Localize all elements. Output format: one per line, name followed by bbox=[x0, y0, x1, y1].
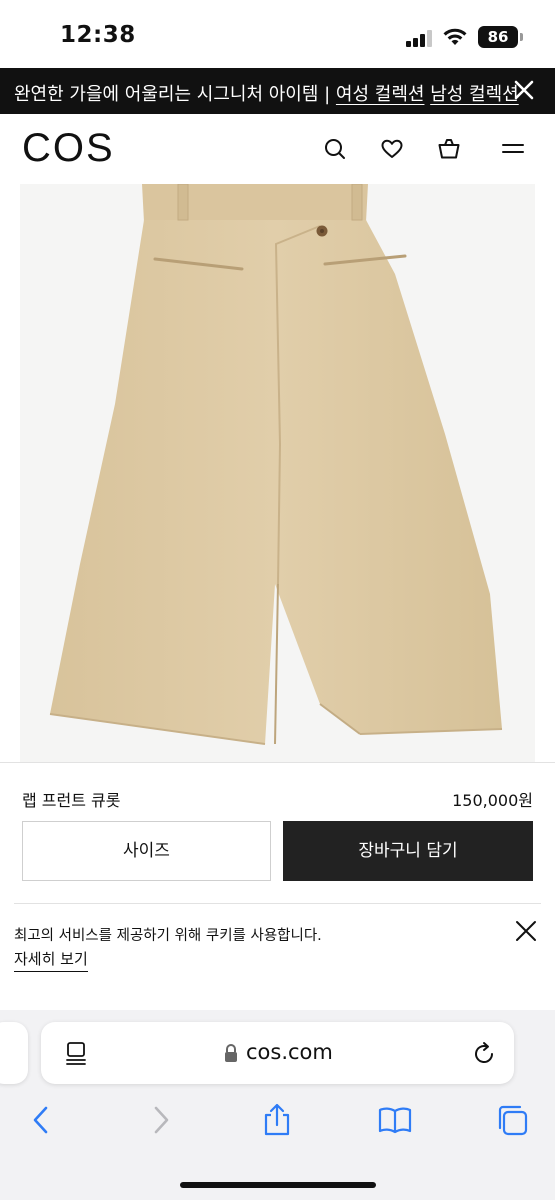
size-button[interactable]: 사이즈 bbox=[22, 821, 271, 881]
promo-text-line: 완연한 가을에 어울리는 시그니처 아이템 | 여성 컬렉션 남성 컬렉션 bbox=[14, 80, 519, 106]
back-icon[interactable] bbox=[24, 1103, 58, 1137]
forward-icon[interactable] bbox=[144, 1103, 178, 1137]
share-icon[interactable] bbox=[260, 1103, 294, 1137]
close-icon bbox=[514, 80, 534, 100]
previous-tab-peek[interactable] bbox=[0, 1022, 28, 1084]
wifi-icon bbox=[443, 28, 467, 45]
tabs-icon[interactable] bbox=[495, 1103, 529, 1137]
menu-icon[interactable] bbox=[500, 136, 526, 162]
culottes-illustration bbox=[49, 184, 503, 745]
promo-banner: 완연한 가을에 어울리는 시그니처 아이템 | 여성 컬렉션 남성 컬렉션 bbox=[0, 68, 555, 114]
url-text: cos.com bbox=[246, 1040, 333, 1064]
divider bbox=[0, 762, 555, 763]
home-indicator bbox=[180, 1182, 376, 1188]
shopping-bag-icon[interactable] bbox=[436, 136, 462, 162]
product-image[interactable] bbox=[20, 184, 535, 762]
reload-icon[interactable] bbox=[470, 1040, 498, 1068]
add-to-cart-button[interactable]: 장바구니 담기 bbox=[283, 821, 533, 881]
battery-tip bbox=[520, 33, 523, 41]
divider bbox=[14, 903, 541, 904]
status-bar: 12:38 86 bbox=[0, 0, 555, 68]
battery-icon: 86 bbox=[478, 26, 518, 48]
product-price: 150,000원 bbox=[452, 791, 533, 810]
bookmarks-icon[interactable] bbox=[378, 1103, 412, 1137]
heart-icon[interactable] bbox=[379, 136, 405, 162]
reader-mode-icon[interactable] bbox=[63, 1040, 89, 1066]
site-header: COS bbox=[0, 114, 555, 184]
lock-icon bbox=[225, 1044, 237, 1062]
search-icon[interactable] bbox=[322, 136, 348, 162]
cellular-signal-icon bbox=[406, 30, 434, 47]
cookie-notice-text: 최고의 서비스를 제공하기 위해 쿠키를 사용합니다. bbox=[14, 928, 322, 944]
cos-logo[interactable]: COS bbox=[22, 126, 115, 171]
men-collection-link[interactable]: 남성 컬렉션 bbox=[430, 84, 519, 105]
status-time: 12:38 bbox=[60, 22, 136, 48]
promo-close-button[interactable] bbox=[510, 74, 538, 106]
promo-text: 완연한 가을에 어울리는 시그니처 아이템 | bbox=[14, 84, 336, 105]
cookie-details-link[interactable]: 자세히 보기 bbox=[14, 948, 88, 972]
women-collection-link[interactable]: 여성 컬렉션 bbox=[336, 84, 425, 105]
product-name: 랩 프런트 큐롯 bbox=[22, 791, 121, 810]
close-icon[interactable] bbox=[512, 917, 540, 945]
